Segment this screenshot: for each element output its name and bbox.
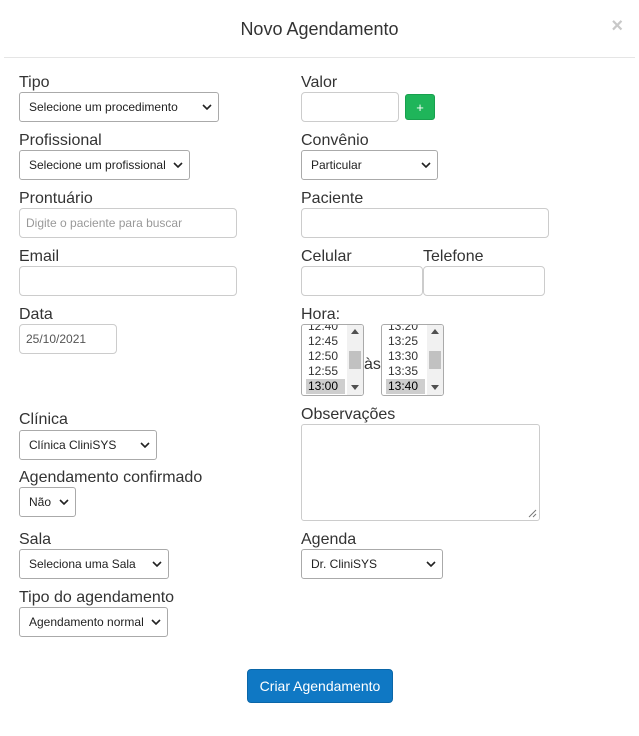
time-option[interactable]: 12:40: [306, 325, 345, 334]
start-time-listbox[interactable]: 12:40 12:45 12:50 12:55 13:00: [301, 324, 364, 396]
modal-title: Novo Agendamento: [240, 19, 399, 39]
confirmado-label: Agendamento confirmado: [19, 469, 203, 486]
time-option-selected[interactable]: 13:00: [306, 379, 345, 394]
clinica-select[interactable]: Clínica CliniSYS: [19, 430, 157, 460]
time-option[interactable]: 13:30: [386, 349, 425, 364]
sala-label: Sala: [19, 531, 52, 548]
valor-input[interactable]: [301, 92, 399, 122]
time-option[interactable]: 12:55: [306, 364, 345, 379]
celular-label: Celular: [301, 248, 352, 265]
sala-select-value: Seleciona uma Sala: [29, 557, 136, 571]
clinica-label: Clínica: [19, 411, 68, 428]
observacoes-textarea[interactable]: [301, 424, 540, 521]
tipo-agendamento-label: Tipo do agendamento: [19, 589, 175, 606]
confirmado-select[interactable]: Não: [19, 487, 76, 517]
chevron-down-icon: [421, 162, 431, 168]
chevron-down-icon: [59, 499, 69, 505]
date-input[interactable]: [19, 324, 117, 354]
create-appointment-button[interactable]: Criar Agendamento: [247, 669, 393, 703]
confirmado-select-value: Não: [29, 495, 52, 509]
end-time-listbox[interactable]: 13:20 13:25 13:30 13:35 13:40: [381, 324, 444, 396]
telefone-label: Telefone: [423, 248, 484, 265]
email-label: Email: [19, 248, 60, 265]
scroll-up-icon[interactable]: [431, 329, 439, 334]
scroll-down-icon[interactable]: [431, 385, 439, 390]
new-appointment-modal: Novo Agendamento × Tipo Selecione um pro…: [0, 0, 639, 736]
tipo-label: Tipo: [19, 74, 50, 91]
profissional-label: Profissional: [19, 132, 102, 149]
data-label: Data: [19, 306, 53, 323]
paciente-input[interactable]: [301, 208, 549, 238]
time-option[interactable]: 12:50: [306, 349, 345, 364]
profissional-select-value: Selecione um profissional: [29, 158, 166, 172]
prontuario-search-input[interactable]: [19, 208, 237, 238]
modal-header: Novo Agendamento ×: [4, 0, 635, 58]
scrollbar[interactable]: [427, 325, 443, 395]
agenda-select-value: Dr. CliniSYS: [311, 557, 378, 571]
tipo-agendamento-select[interactable]: Agendamento normal: [19, 607, 168, 637]
chevron-down-icon: [173, 162, 183, 168]
scrollbar-thumb[interactable]: [429, 351, 441, 369]
scrollbar[interactable]: [347, 325, 363, 395]
valor-label: Valor: [301, 74, 338, 91]
agenda-label: Agenda: [301, 531, 357, 548]
scrollbar-thumb[interactable]: [349, 351, 361, 369]
paciente-label: Paciente: [301, 190, 364, 207]
convenio-select-value: Particular: [311, 158, 362, 172]
scroll-up-icon[interactable]: [351, 329, 359, 334]
time-option[interactable]: 12:45: [306, 334, 345, 349]
hora-label: Hora:: [301, 306, 341, 323]
chevron-down-icon: [140, 442, 150, 448]
telefone-input[interactable]: [423, 266, 545, 296]
time-option[interactable]: 13:25: [386, 334, 425, 349]
resize-grip-icon[interactable]: [528, 509, 537, 518]
time-option[interactable]: 13:20: [386, 325, 425, 334]
chevron-down-icon: [151, 619, 161, 625]
email-field[interactable]: [19, 266, 237, 296]
add-value-button[interactable]: +: [405, 94, 435, 120]
convenio-label: Convênio: [301, 132, 369, 149]
observacoes-label: Observações: [301, 406, 396, 423]
profissional-select[interactable]: Selecione um profissional: [19, 150, 190, 180]
chevron-down-icon: [152, 561, 162, 567]
clinica-select-value: Clínica CliniSYS: [29, 438, 117, 452]
tipo-select-value: Selecione um procedimento: [29, 100, 178, 114]
celular-input[interactable]: [301, 266, 423, 296]
scroll-down-icon[interactable]: [351, 385, 359, 390]
close-icon[interactable]: ×: [611, 16, 623, 36]
time-option[interactable]: 13:35: [386, 364, 425, 379]
chevron-down-icon: [426, 561, 436, 567]
convenio-select[interactable]: Particular: [301, 150, 438, 180]
time-option-selected[interactable]: 13:40: [386, 379, 425, 394]
prontuario-label: Prontuário: [19, 190, 93, 207]
sala-select[interactable]: Seleciona uma Sala: [19, 549, 169, 579]
tipo-select[interactable]: Selecione um procedimento: [19, 92, 219, 122]
tipo-agendamento-select-value: Agendamento normal: [29, 615, 144, 629]
agenda-select[interactable]: Dr. CliniSYS: [301, 549, 443, 579]
chevron-down-icon: [202, 104, 212, 110]
time-range-separator: às: [364, 356, 381, 373]
